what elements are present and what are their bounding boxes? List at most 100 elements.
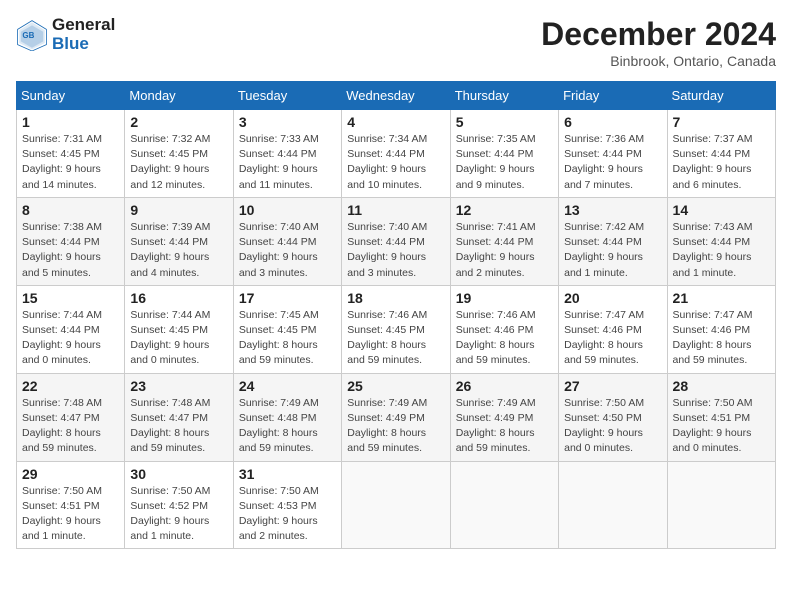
day-info: Sunrise: 7:49 AMSunset: 4:49 PMDaylight:…	[456, 396, 553, 457]
day-number: 7	[673, 114, 770, 130]
day-number: 2	[130, 114, 227, 130]
day-number: 15	[22, 290, 119, 306]
column-header-monday: Monday	[125, 82, 233, 110]
svg-text:GB: GB	[22, 31, 34, 40]
calendar-cell: 31 Sunrise: 7:50 AMSunset: 4:53 PMDayligh…	[233, 461, 341, 549]
day-info: Sunrise: 7:45 AMSunset: 4:45 PMDaylight:…	[239, 308, 336, 369]
day-info: Sunrise: 7:34 AMSunset: 4:44 PMDaylight:…	[347, 132, 444, 193]
day-info: Sunrise: 7:40 AMSunset: 4:44 PMDaylight:…	[239, 220, 336, 281]
page-header: GB General Blue December 2024 Binbrook, …	[16, 16, 776, 69]
day-info: Sunrise: 7:50 AMSunset: 4:50 PMDaylight:…	[564, 396, 661, 457]
day-info: Sunrise: 7:46 AMSunset: 4:45 PMDaylight:…	[347, 308, 444, 369]
calendar-cell: 16 Sunrise: 7:44 AMSunset: 4:45 PMDayligh…	[125, 285, 233, 373]
day-info: Sunrise: 7:50 AMSunset: 4:53 PMDaylight:…	[239, 484, 336, 545]
day-info: Sunrise: 7:50 AMSunset: 4:51 PMDaylight:…	[673, 396, 770, 457]
column-header-tuesday: Tuesday	[233, 82, 341, 110]
day-info: Sunrise: 7:48 AMSunset: 4:47 PMDaylight:…	[130, 396, 227, 457]
day-info: Sunrise: 7:50 AMSunset: 4:52 PMDaylight:…	[130, 484, 227, 545]
day-info: Sunrise: 7:49 AMSunset: 4:48 PMDaylight:…	[239, 396, 336, 457]
day-info: Sunrise: 7:31 AMSunset: 4:45 PMDaylight:…	[22, 132, 119, 193]
column-header-friday: Friday	[559, 82, 667, 110]
calendar-cell	[667, 461, 775, 549]
calendar-header-row: SundayMondayTuesdayWednesdayThursdayFrid…	[17, 82, 776, 110]
calendar-week-1: 1Sunrise: 7:31 AMSunset: 4:45 PMDaylight…	[17, 110, 776, 198]
calendar-week-4: 22 Sunrise: 7:48 AMSunset: 4:47 PMDayligh…	[17, 373, 776, 461]
day-number: 23	[130, 378, 227, 394]
day-info: Sunrise: 7:44 AMSunset: 4:45 PMDaylight:…	[130, 308, 227, 369]
day-number: 20	[564, 290, 661, 306]
day-info: Sunrise: 7:46 AMSunset: 4:46 PMDaylight:…	[456, 308, 553, 369]
calendar-week-2: 8 Sunrise: 7:38 AMSunset: 4:44 PMDaylight…	[17, 197, 776, 285]
calendar-cell: 7 Sunrise: 7:37 AMSunset: 4:44 PMDaylight…	[667, 110, 775, 198]
calendar-cell: 1Sunrise: 7:31 AMSunset: 4:45 PMDaylight…	[17, 110, 125, 198]
day-number: 5	[456, 114, 553, 130]
calendar-cell	[342, 461, 450, 549]
day-number: 16	[130, 290, 227, 306]
location: Binbrook, Ontario, Canada	[541, 53, 776, 69]
calendar-cell: 18 Sunrise: 7:46 AMSunset: 4:45 PMDayligh…	[342, 285, 450, 373]
calendar-cell: 11 Sunrise: 7:40 AMSunset: 4:44 PMDayligh…	[342, 197, 450, 285]
day-info: Sunrise: 7:48 AMSunset: 4:47 PMDaylight:…	[22, 396, 119, 457]
day-number: 3	[239, 114, 336, 130]
day-number: 11	[347, 202, 444, 218]
day-info: Sunrise: 7:43 AMSunset: 4:44 PMDaylight:…	[673, 220, 770, 281]
day-number: 25	[347, 378, 444, 394]
calendar-cell	[559, 461, 667, 549]
column-header-wednesday: Wednesday	[342, 82, 450, 110]
calendar-cell: 12 Sunrise: 7:41 AMSunset: 4:44 PMDayligh…	[450, 197, 558, 285]
day-number: 8	[22, 202, 119, 218]
calendar-cell: 9Sunrise: 7:39 AMSunset: 4:44 PMDaylight…	[125, 197, 233, 285]
day-number: 4	[347, 114, 444, 130]
day-number: 19	[456, 290, 553, 306]
day-info: Sunrise: 7:41 AMSunset: 4:44 PMDaylight:…	[456, 220, 553, 281]
day-number: 29	[22, 466, 119, 482]
day-number: 22	[22, 378, 119, 394]
calendar-cell: 28 Sunrise: 7:50 AMSunset: 4:51 PMDayligh…	[667, 373, 775, 461]
calendar-week-5: 29Sunrise: 7:50 AMSunset: 4:51 PMDayligh…	[17, 461, 776, 549]
day-info: Sunrise: 7:37 AMSunset: 4:44 PMDaylight:…	[673, 132, 770, 193]
calendar-cell: 3 Sunrise: 7:33 AMSunset: 4:44 PMDaylight…	[233, 110, 341, 198]
day-info: Sunrise: 7:38 AMSunset: 4:44 PMDaylight:…	[22, 220, 119, 281]
calendar-cell: 15 Sunrise: 7:44 AMSunset: 4:44 PMDayligh…	[17, 285, 125, 373]
calendar-cell: 17 Sunrise: 7:45 AMSunset: 4:45 PMDayligh…	[233, 285, 341, 373]
calendar-cell: 4 Sunrise: 7:34 AMSunset: 4:44 PMDaylight…	[342, 110, 450, 198]
calendar-cell: 25 Sunrise: 7:49 AMSunset: 4:49 PMDayligh…	[342, 373, 450, 461]
column-header-thursday: Thursday	[450, 82, 558, 110]
day-number: 30	[130, 466, 227, 482]
calendar-cell: 30 Sunrise: 7:50 AMSunset: 4:52 PMDayligh…	[125, 461, 233, 549]
day-number: 27	[564, 378, 661, 394]
month-title: December 2024	[541, 16, 776, 53]
calendar-cell: 20 Sunrise: 7:47 AMSunset: 4:46 PMDayligh…	[559, 285, 667, 373]
day-info: Sunrise: 7:40 AMSunset: 4:44 PMDaylight:…	[347, 220, 444, 281]
day-number: 6	[564, 114, 661, 130]
logo: GB General Blue	[16, 16, 115, 53]
day-info: Sunrise: 7:32 AMSunset: 4:45 PMDaylight:…	[130, 132, 227, 193]
day-info: Sunrise: 7:49 AMSunset: 4:49 PMDaylight:…	[347, 396, 444, 457]
calendar-cell: 26 Sunrise: 7:49 AMSunset: 4:49 PMDayligh…	[450, 373, 558, 461]
day-info: Sunrise: 7:47 AMSunset: 4:46 PMDaylight:…	[564, 308, 661, 369]
day-info: Sunrise: 7:33 AMSunset: 4:44 PMDaylight:…	[239, 132, 336, 193]
calendar-cell: 22 Sunrise: 7:48 AMSunset: 4:47 PMDayligh…	[17, 373, 125, 461]
calendar-table: SundayMondayTuesdayWednesdayThursdayFrid…	[16, 81, 776, 549]
day-number: 26	[456, 378, 553, 394]
day-number: 17	[239, 290, 336, 306]
day-number: 18	[347, 290, 444, 306]
column-header-saturday: Saturday	[667, 82, 775, 110]
day-number: 14	[673, 202, 770, 218]
calendar-cell: 29Sunrise: 7:50 AMSunset: 4:51 PMDayligh…	[17, 461, 125, 549]
day-info: Sunrise: 7:44 AMSunset: 4:44 PMDaylight:…	[22, 308, 119, 369]
calendar-cell: 21 Sunrise: 7:47 AMSunset: 4:46 PMDayligh…	[667, 285, 775, 373]
day-number: 28	[673, 378, 770, 394]
calendar-cell: 24 Sunrise: 7:49 AMSunset: 4:48 PMDayligh…	[233, 373, 341, 461]
calendar-cell: 13Sunrise: 7:42 AMSunset: 4:44 PMDayligh…	[559, 197, 667, 285]
calendar-cell: 8 Sunrise: 7:38 AMSunset: 4:44 PMDaylight…	[17, 197, 125, 285]
day-number: 21	[673, 290, 770, 306]
calendar-cell: 27 Sunrise: 7:50 AMSunset: 4:50 PMDayligh…	[559, 373, 667, 461]
calendar-cell: 2 Sunrise: 7:32 AMSunset: 4:45 PMDaylight…	[125, 110, 233, 198]
day-info: Sunrise: 7:47 AMSunset: 4:46 PMDaylight:…	[673, 308, 770, 369]
logo-icon: GB	[16, 19, 48, 51]
day-number: 31	[239, 466, 336, 482]
day-number: 12	[456, 202, 553, 218]
day-number: 13	[564, 202, 661, 218]
day-number: 24	[239, 378, 336, 394]
